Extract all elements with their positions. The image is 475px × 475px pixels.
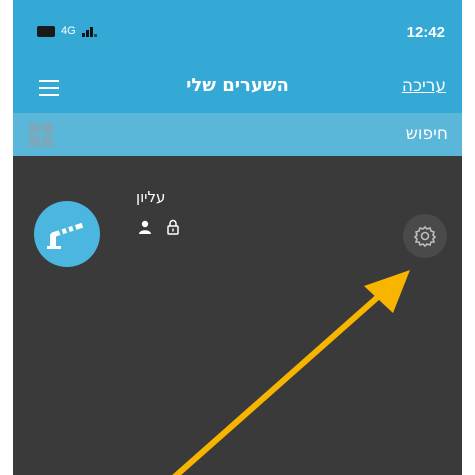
- person-icon: [139, 220, 151, 234]
- signal-icon: [81, 26, 97, 37]
- phone-screen: 4G 12:42 השערים שלי עריכה חיפוש עליון: [13, 0, 462, 475]
- page-title: השערים שלי: [186, 75, 289, 96]
- search-label[interactable]: חיפוש: [406, 124, 448, 144]
- gate-avatar[interactable]: [34, 201, 100, 267]
- gate-settings-button[interactable]: [403, 214, 447, 258]
- lock-icon: [167, 219, 179, 235]
- battery-icon: [37, 25, 55, 37]
- edit-link[interactable]: עריכה: [402, 76, 446, 96]
- status-time: 12:42: [406, 24, 445, 41]
- grid-view-icon[interactable]: [29, 123, 53, 147]
- gate-name[interactable]: עליון: [136, 188, 165, 206]
- network-type: 4G: [61, 25, 76, 37]
- search-bar[interactable]: חיפוש: [13, 113, 462, 156]
- status-bar: 4G 12:42: [13, 0, 462, 63]
- app-bar: השערים שלי עריכה: [13, 63, 462, 113]
- gate-barrier-icon: [47, 222, 84, 249]
- gear-icon: [413, 225, 437, 248]
- status-indicators: 4G: [37, 25, 97, 37]
